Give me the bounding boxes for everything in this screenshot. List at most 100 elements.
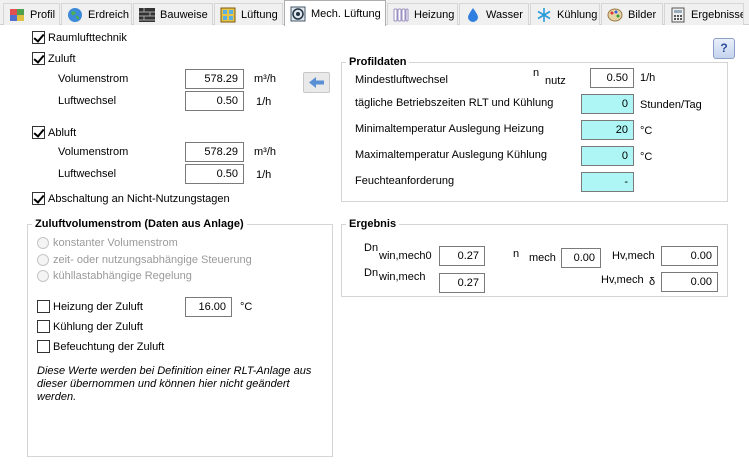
unit-label: 1/h — [256, 169, 272, 181]
abluft-luftwechsel-label: Luftwechsel — [58, 168, 117, 180]
kuehlung-zuluft-checkbox[interactable] — [37, 320, 50, 333]
ventilation-icon — [290, 6, 306, 22]
konstant-label: konstanter Volumenstrom — [53, 237, 178, 249]
radiator-icon — [393, 7, 409, 23]
tab-wasser[interactable]: Wasser — [459, 3, 529, 25]
feuchteanforderung-label: Feuchteanforderung — [355, 175, 455, 187]
palette-icon — [607, 7, 623, 23]
maximaltemperatur-field[interactable]: 0 — [581, 146, 634, 166]
tab-label: Lüftung — [241, 8, 278, 21]
zuluft-luftwechsel-field[interactable]: 0.50 — [185, 91, 244, 111]
dn-win-mech0-field: 0.27 — [439, 246, 485, 266]
abluft-volumenstrom-field[interactable]: 578.29 — [185, 142, 244, 162]
tab-label: Ergebnisse — [691, 8, 744, 21]
hv-mech-label: Hv,mech — [612, 250, 655, 262]
unit-label: m³/h — [254, 146, 276, 158]
minimaltemperatur-field[interactable]: 20 — [581, 120, 634, 140]
tab-label: Heizung — [414, 8, 455, 21]
mindestluftwechsel-field[interactable]: 0.50 — [590, 68, 634, 88]
delta-symbol: δ — [649, 276, 656, 288]
ergebnis-title: Ergebnis — [346, 217, 400, 231]
tab-ergebnisse[interactable]: Ergebnisse — [664, 3, 744, 25]
hv-mech-field: 0.00 — [661, 246, 718, 266]
dn-symbol: Dn — [364, 242, 379, 254]
tab-bar: Profil Erdreich Bauweise Lüftung Mech. L… — [0, 0, 749, 26]
zuluft-luftwechsel-label: Luftwechsel — [58, 95, 117, 107]
dn-subscript: win,mech0 — [379, 250, 432, 262]
abluft-volumenstrom-label: Volumenstrom — [58, 146, 129, 158]
profildaten-title: Profildaten — [346, 55, 410, 69]
unit-label: °C — [640, 151, 653, 163]
heizung-zuluft-checkbox[interactable] — [37, 300, 50, 313]
heizung-zuluft-field[interactable]: 16.00 — [185, 297, 232, 317]
zuluft-volumenstrom-field[interactable]: 578.29 — [185, 69, 244, 89]
tab-heizung[interactable]: Heizung — [387, 3, 458, 25]
profile-icon — [9, 7, 25, 23]
unit-label: 1/h — [256, 96, 272, 108]
abschaltung-checkbox[interactable] — [32, 192, 45, 205]
zeitabhaengig-label: zeit- oder nutzungsabhängige Steuerung — [53, 254, 252, 266]
abschaltung-label: Abschaltung an Nicht-Nutzungstagen — [48, 193, 230, 205]
globe-icon — [67, 7, 83, 23]
n-symbol: n — [513, 248, 520, 260]
befeuchtung-zuluft-checkbox[interactable] — [37, 340, 50, 353]
tab-bilder[interactable]: Bilder — [601, 3, 663, 25]
uebernehmen-arrow-button[interactable] — [303, 72, 330, 93]
unit-label: Stunden/Tag — [640, 99, 702, 111]
dn-subscript: win,mech — [379, 271, 426, 283]
calculator-icon — [670, 7, 686, 23]
zeitabhaengig-radio[interactable] — [37, 254, 49, 266]
wall-icon — [139, 7, 155, 23]
n-mech-field: 0.00 — [561, 248, 601, 268]
maximaltemperatur-label: Maximaltemperatur Auslegung Kühlung — [355, 149, 548, 161]
abluft-label: Abluft — [48, 127, 77, 139]
tab-lueftung[interactable]: Lüftung — [214, 3, 283, 25]
nutz-subscript: nutz — [545, 75, 566, 87]
befeuchtung-zuluft-label: Befeuchtung der Zuluft — [53, 341, 165, 353]
unit-label: °C — [240, 301, 253, 313]
zuluft-volumenstrom-label: Volumenstrom — [58, 73, 129, 85]
kuehlung-zuluft-label: Kühlung der Zuluft — [53, 321, 143, 333]
zuluft-checkbox[interactable] — [32, 52, 45, 65]
help-button[interactable]: ? — [713, 38, 735, 59]
zuluftvolumenstrom-title: Zuluftvolumenstrom (Daten aus Anlage) — [32, 217, 247, 231]
dn-symbol: Dn — [364, 267, 379, 279]
tab-label: Kühlung — [557, 8, 598, 21]
kuehllast-label: kühllastabhängige Regelung — [53, 270, 192, 282]
tab-label: Bilder — [628, 8, 657, 21]
betriebszeiten-field[interactable]: 0 — [581, 94, 634, 114]
unit-label: °C — [640, 125, 653, 137]
snowflake-icon — [536, 7, 552, 23]
unit-label: m³/h — [254, 73, 276, 85]
n-symbol: n — [533, 67, 540, 79]
minimaltemperatur-label: Minimaltemperatur Auslegung Heizung — [355, 123, 544, 135]
unit-label: 1/h — [640, 72, 656, 84]
hv-mech-delta-label: Hv,mech — [601, 274, 644, 286]
betriebszeiten-label: tägliche Betriebszeiten RLT und Kühlung — [355, 97, 554, 109]
arrow-left-icon — [309, 77, 324, 88]
raumlufttechnik-label: Raumlufttechnik — [48, 32, 127, 44]
mech-subscript: mech — [529, 252, 556, 264]
mindestluftwechsel-label: Mindestluftwechsel — [355, 74, 448, 86]
kuehllast-radio[interactable] — [37, 270, 49, 282]
tab-profil[interactable]: Profil — [3, 3, 60, 25]
zuluft-label: Zuluft — [48, 53, 76, 65]
window-icon — [220, 7, 236, 23]
tab-label: Erdreich — [88, 8, 129, 21]
hv-mech-delta-field: 0.00 — [661, 272, 718, 292]
dn-win-mech-field: 0.27 — [439, 273, 485, 293]
tab-mech-lueftung[interactable]: Mech. Lüftung — [284, 0, 386, 26]
heizung-zuluft-label: Heizung der Zuluft — [53, 301, 143, 313]
tab-label: Bauweise — [160, 8, 208, 21]
raumlufttechnik-checkbox[interactable] — [32, 31, 45, 44]
water-drop-icon — [465, 7, 481, 23]
tab-erdreich[interactable]: Erdreich — [61, 3, 132, 25]
tab-label: Profil — [30, 8, 56, 21]
abluft-checkbox[interactable] — [32, 126, 45, 139]
tab-kuehlung[interactable]: Kühlung — [530, 3, 600, 25]
feuchteanforderung-field[interactable]: - — [581, 172, 634, 192]
abluft-luftwechsel-field[interactable]: 0.50 — [185, 164, 244, 184]
konstant-radio[interactable] — [37, 237, 49, 249]
tab-bauweise[interactable]: Bauweise — [133, 3, 213, 25]
info-note: Diese Werte werden bei Definition einer … — [37, 365, 312, 403]
